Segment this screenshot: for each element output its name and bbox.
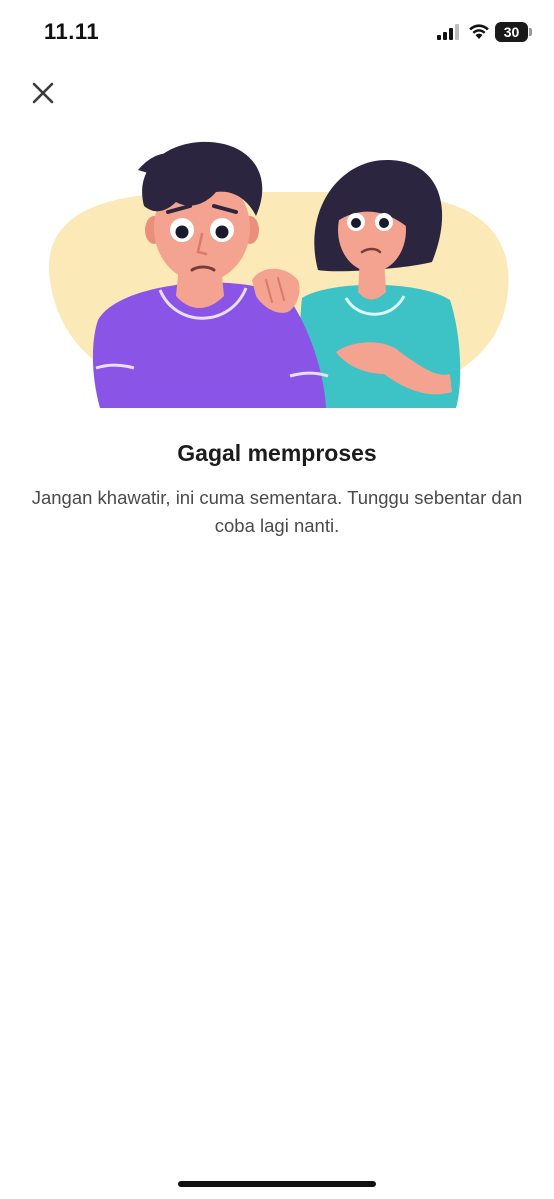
close-button[interactable] xyxy=(24,74,62,112)
error-message: Jangan khawatir, ini cuma sementara. Tun… xyxy=(31,487,523,536)
error-illustration xyxy=(49,141,509,408)
home-indicator[interactable] xyxy=(178,1181,376,1187)
close-icon xyxy=(32,82,54,104)
status-time: 11.11 xyxy=(44,19,100,44)
status-bar: 11.11 30 xyxy=(0,0,554,64)
wifi-icon xyxy=(469,24,489,39)
battery-level: 30 xyxy=(503,24,520,40)
error-title: Gagal memproses xyxy=(177,440,377,466)
signal-icon xyxy=(437,24,459,40)
battery-icon: 30 xyxy=(495,22,533,42)
